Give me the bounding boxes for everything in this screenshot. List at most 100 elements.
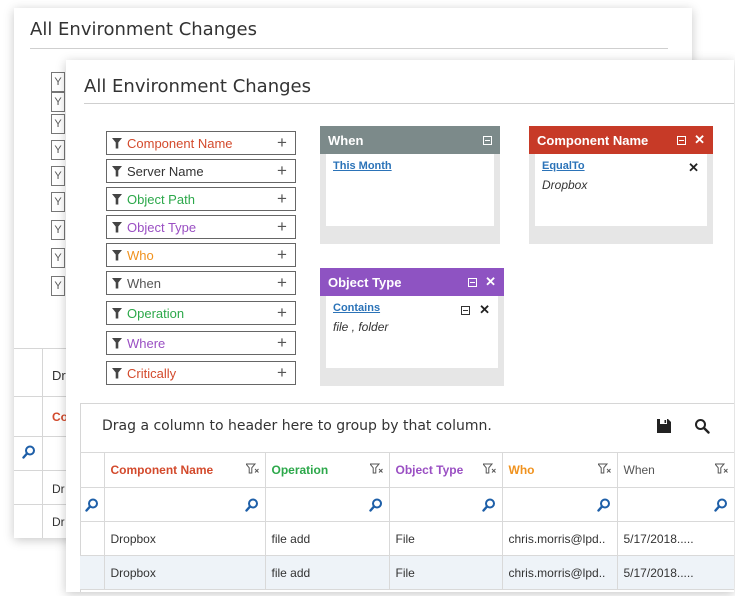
filter-field-item[interactable]: Object Type +: [106, 215, 296, 239]
filter-field-item[interactable]: Where +: [106, 331, 296, 355]
funnel-icon: [107, 193, 127, 205]
back-panel-title: All Environment Changes: [30, 19, 257, 40]
close-icon[interactable]: ✕: [694, 132, 705, 148]
condition-link[interactable]: This Month: [333, 160, 487, 172]
back-filter-chip[interactable]: Y: [51, 248, 65, 268]
back-filter-chip[interactable]: Y: [51, 220, 65, 240]
plus-icon[interactable]: +: [269, 303, 295, 323]
grid-top-divider: [80, 403, 734, 404]
close-icon[interactable]: ✕: [485, 274, 496, 290]
search-icon[interactable]: [624, 498, 728, 512]
column-filter-icon[interactable]: [481, 463, 496, 477]
table-row[interactable]: Dropbox file add File chris.morris@lpd.. 5/1…: [80, 521, 734, 556]
search-icon[interactable]: [692, 416, 712, 436]
plus-icon[interactable]: +: [269, 245, 295, 265]
table-cell: File: [388, 555, 503, 590]
column-filter-icon[interactable]: [368, 463, 383, 477]
plus-icon[interactable]: +: [269, 133, 295, 153]
filter-card-when: When This Month: [320, 126, 500, 244]
filter-card-header: Component Name ✕: [529, 126, 713, 154]
plus-icon[interactable]: +: [269, 333, 295, 353]
grid-column-header[interactable]: Operation: [264, 452, 390, 488]
column-filter-icon[interactable]: [713, 463, 728, 477]
filter-field-item[interactable]: Server Name +: [106, 159, 296, 183]
search-icon[interactable]: [22, 445, 36, 464]
minimize-icon[interactable]: [483, 135, 492, 145]
remove-condition-icon[interactable]: ✕: [688, 160, 699, 176]
search-icon[interactable]: [84, 498, 100, 512]
filter-field-item[interactable]: When +: [106, 271, 296, 295]
grid-filter-cell[interactable]: [388, 487, 503, 522]
back-title-divider: [30, 48, 668, 49]
search-icon[interactable]: [111, 498, 259, 512]
search-icon[interactable]: [509, 498, 611, 512]
plus-icon[interactable]: +: [269, 161, 295, 181]
grid-column-header[interactable]: Object Type: [388, 452, 503, 488]
grid-column-label: Who: [508, 463, 535, 477]
grid-filter-row: [80, 487, 734, 522]
plus-icon[interactable]: +: [269, 273, 295, 293]
back-filter-chip[interactable]: Y: [51, 114, 65, 134]
table-cell: 5/17/2018.....: [616, 521, 734, 556]
back-filter-chip[interactable]: Y: [51, 276, 65, 296]
filter-field-item[interactable]: Component Name +: [106, 131, 296, 155]
table-cell: file add: [264, 521, 390, 556]
table-cell: file add: [264, 555, 390, 590]
filter-card-body: Contains file , folder ✕: [326, 296, 498, 368]
filter-field-label: Operation: [127, 305, 185, 321]
column-filter-icon[interactable]: [244, 463, 259, 477]
filter-field-item[interactable]: Operation +: [106, 301, 296, 325]
table-cell: 5/17/2018.....: [616, 555, 734, 590]
filter-card-body: EqualTo Dropbox ✕: [535, 154, 707, 226]
back-filter-chip[interactable]: Y: [51, 72, 65, 92]
grid-column-header[interactable]: Who: [501, 452, 618, 488]
search-icon[interactable]: [272, 498, 383, 512]
plus-icon[interactable]: +: [269, 363, 295, 383]
minimize-icon[interactable]: [461, 305, 471, 315]
condition-value: file , folder: [333, 320, 389, 334]
back-row-cell: Dr: [52, 515, 65, 529]
grid-header-row: Component Name Operation Object Type Who Whe…: [80, 452, 734, 488]
back-filter-chip[interactable]: Y: [51, 140, 65, 160]
back-filter-chip[interactable]: Y: [51, 92, 65, 112]
filter-card-title: When: [328, 132, 364, 148]
filter-field-label: Where: [127, 335, 166, 351]
filter-field-item[interactable]: Critically +: [106, 361, 296, 385]
grid-filter-cell[interactable]: [80, 487, 105, 522]
grid-filter-cell[interactable]: [616, 487, 734, 522]
plus-icon[interactable]: +: [269, 217, 295, 237]
condition-value: Dropbox: [542, 178, 588, 192]
search-icon[interactable]: [396, 498, 496, 512]
minimize-icon[interactable]: [468, 277, 478, 287]
filter-card-title: Component Name: [537, 132, 649, 148]
save-icon[interactable]: [654, 416, 674, 436]
grid-column-label: Component Name: [110, 463, 214, 477]
funnel-icon: [107, 137, 127, 149]
row-spacer-cell: [80, 521, 105, 556]
grid-filter-cell[interactable]: [264, 487, 390, 522]
table-row[interactable]: Dropbox file add File chris.morris@lpd.. 5/1…: [80, 555, 734, 590]
filter-field-item[interactable]: Who +: [106, 243, 296, 267]
grid-column-header[interactable]: Component Name: [103, 452, 266, 488]
filter-card-component-name: Component Name ✕ EqualTo Dropbox ✕: [529, 126, 713, 244]
back-filter-chip[interactable]: Y: [51, 166, 65, 186]
grid-column-header[interactable]: When: [616, 452, 734, 488]
remove-condition-icon[interactable]: ✕: [479, 302, 490, 318]
filter-field-label: Who: [127, 247, 154, 263]
plus-icon[interactable]: +: [269, 189, 295, 209]
table-cell: chris.morris@lpd..: [501, 555, 618, 590]
grid-filter-cell[interactable]: [501, 487, 618, 522]
filter-field-label: Object Type: [127, 219, 197, 235]
back-group-hint: Dr: [52, 368, 66, 383]
filter-card-title: Object Type: [328, 274, 402, 290]
funnel-icon: [107, 249, 127, 261]
minimize-icon[interactable]: [677, 135, 687, 145]
filter-field-item[interactable]: Object Path +: [106, 187, 296, 211]
condition-link[interactable]: EqualTo: [542, 160, 700, 172]
back-filter-chip[interactable]: Y: [51, 192, 65, 212]
column-filter-icon[interactable]: [596, 463, 611, 477]
table-cell: chris.morris@lpd..: [501, 521, 618, 556]
grid-filter-cell[interactable]: [103, 487, 266, 522]
funnel-icon: [107, 367, 127, 379]
filter-field-label: Component Name: [127, 135, 233, 151]
